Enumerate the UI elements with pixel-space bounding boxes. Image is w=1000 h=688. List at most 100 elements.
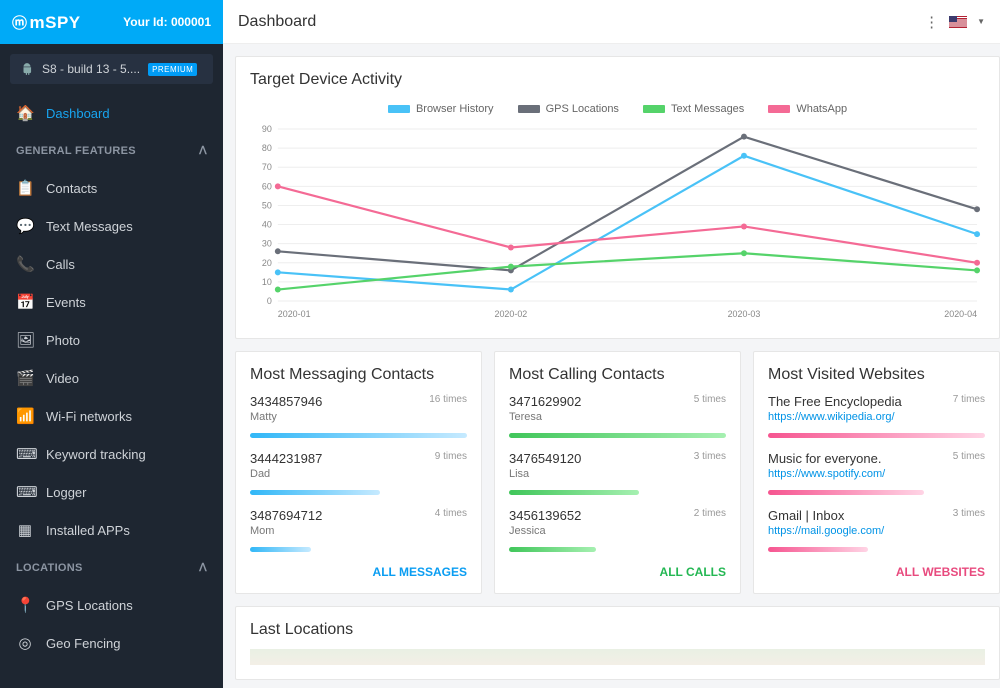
sidebar-item-label: Wi-Fi networks [46,409,132,424]
contact-count: 5 times [694,394,726,405]
visit-count: 5 times [953,451,985,462]
svg-text:2020-04: 2020-04 [944,309,977,319]
sidebar-item-label: Video [46,371,79,386]
list-item[interactable]: 3456139652Jessica2 times [509,508,726,552]
sidebar-item-keyword-tracking[interactable]: ⌨ Keyword tracking [0,435,223,473]
all-messages-link[interactable]: ALL MESSAGES [250,565,467,579]
contact-name: Teresa [509,411,581,423]
sidebar-item-installed-apps[interactable]: ▦ Installed APPs [0,511,223,549]
apps-icon: ▦ [16,521,34,539]
sidebar-item-photo[interactable]: 🖼Photo [0,321,223,359]
sidebar-item-label: Geo Fencing [46,636,120,651]
contact-name: Mom [250,525,322,537]
legend-item[interactable]: Text Messages [643,103,744,115]
svg-text:30: 30 [262,239,272,249]
usage-bar [768,490,924,495]
site-url[interactable]: https://www.spotify.com/ [768,468,885,480]
chevron-down-icon[interactable]: ▼ [977,17,985,26]
svg-text:40: 40 [262,220,272,230]
site-url[interactable]: https://mail.google.com/ [768,525,884,537]
all-calls-link[interactable]: ALL CALLS [509,565,726,579]
sidebar-item-label: Keyword tracking [46,447,146,462]
home-icon: 🏠 [16,104,34,122]
svg-text:90: 90 [262,124,272,134]
kebab-icon[interactable]: ⋮ [924,13,939,31]
nav-group-header[interactable]: LOCATIONSᐱ [0,549,223,586]
sidebar-item-events[interactable]: 📅Events [0,283,223,321]
all-websites-link[interactable]: ALL WEBSITES [768,565,985,579]
usage-bar [509,433,726,438]
sidebar-item-dashboard[interactable]: 🏠 Dashboard [0,94,223,132]
android-icon [20,62,34,76]
list-item[interactable]: Music for everyone.https://www.spotify.c… [768,451,985,495]
list-item[interactable]: Gmail | Inboxhttps://mail.google.com/3 t… [768,508,985,552]
sidebar-item-gps-locations[interactable]: 📍GPS Locations [0,586,223,624]
photo-icon: 🖼 [16,331,34,349]
sidebar-item-video[interactable]: 🎬Video [0,359,223,397]
legend-item[interactable]: WhatsApp [768,103,847,115]
user-id: Your Id: 000001 [123,15,211,29]
contact-number: 3471629902 [509,394,581,409]
site-url[interactable]: https://www.wikipedia.org/ [768,411,902,423]
svg-text:60: 60 [262,181,272,191]
premium-badge: PREMIUM [148,63,197,76]
list-item[interactable]: The Free Encyclopediahttps://www.wikiped… [768,394,985,438]
websites-card: Most Visited Websites The Free Encyclope… [753,351,1000,594]
contacts-icon: 📋 [16,179,34,197]
svg-text:10: 10 [262,277,272,287]
contact-count: 4 times [435,508,467,519]
usage-bar [250,547,311,552]
list-item[interactable]: 3476549120Lisa3 times [509,451,726,495]
sidebar-item-label: Calls [46,257,75,272]
legend-item[interactable]: GPS Locations [518,103,619,115]
main-scroll[interactable]: Target Device Activity Browser HistoryGP… [223,44,1000,688]
calling-title: Most Calling Contacts [509,366,726,384]
target-icon: ◎ [16,634,34,652]
contact-name: Jessica [509,525,581,537]
logo-area: ⓜmSPY Your Id: 000001 [0,0,223,44]
keyboard-icon: ⌨ [16,483,34,501]
sidebar-item-wi-fi-networks[interactable]: 📶Wi-Fi networks [0,397,223,435]
sidebar-item-label: Contacts [46,181,97,196]
contact-count: 16 times [429,394,467,405]
device-selector[interactable]: S8 - build 13 - 5.... PREMIUM [10,54,213,84]
last-locations-title: Last Locations [250,621,985,639]
svg-text:2020-03: 2020-03 [728,309,761,319]
keyboard-icon: ⌨ [16,445,34,463]
list-item[interactable]: 3444231987Dad9 times [250,451,467,495]
device-name: S8 - build 13 - 5.... [42,62,140,76]
sidebar-item-contacts[interactable]: 📋 Contacts [0,169,223,207]
sidebar-item-logger[interactable]: ⌨ Logger [0,473,223,511]
nav-group-header[interactable]: GENERAL FEATURESᐱ [0,132,223,169]
calling-card: Most Calling Contacts 3471629902 Teresa 5 … [494,351,741,594]
sidebar-item-label: Installed APPs [46,523,130,538]
svg-text:0: 0 [267,296,272,306]
pin-icon: 📍 [16,596,34,614]
flag-us-icon[interactable] [949,16,967,28]
usage-bar [250,490,380,495]
sidebar-item-label: Logger [46,485,86,500]
product-logo: ⓜmSPY [12,12,81,33]
sidebar-item-calls[interactable]: 📞 Calls [0,245,223,283]
svg-text:2020-02: 2020-02 [495,309,528,319]
usage-bar [768,433,985,438]
map-preview[interactable] [250,649,985,665]
message-icon: 💬 [16,217,34,235]
sidebar-item-text-messages[interactable]: 💬 Text Messages [0,207,223,245]
legend-item[interactable]: Browser History [388,103,494,115]
sidebar-item-label: Text Messages [46,219,133,234]
site-title: Gmail | Inbox [768,508,884,523]
last-locations-card: Last Locations [235,606,1000,680]
line-chart: 01020304050607080902020-012020-022020-03… [250,121,985,321]
list-item[interactable]: 3434857946Matty16 times [250,394,467,438]
call-icon: 📞 [16,255,34,273]
contact-name: Lisa [509,468,581,480]
chevron-up-icon: ᐱ [199,144,207,157]
sidebar-item-geo-fencing[interactable]: ◎ Geo Fencing [0,624,223,662]
contact-number: 3456139652 [509,508,581,523]
contact-count: 9 times [435,451,467,462]
list-item[interactable]: 3471629902 Teresa 5 times [509,394,726,438]
list-item[interactable]: 3487694712Mom4 times [250,508,467,552]
svg-text:2020-01: 2020-01 [278,309,311,319]
product-name: mSPY [30,13,81,32]
